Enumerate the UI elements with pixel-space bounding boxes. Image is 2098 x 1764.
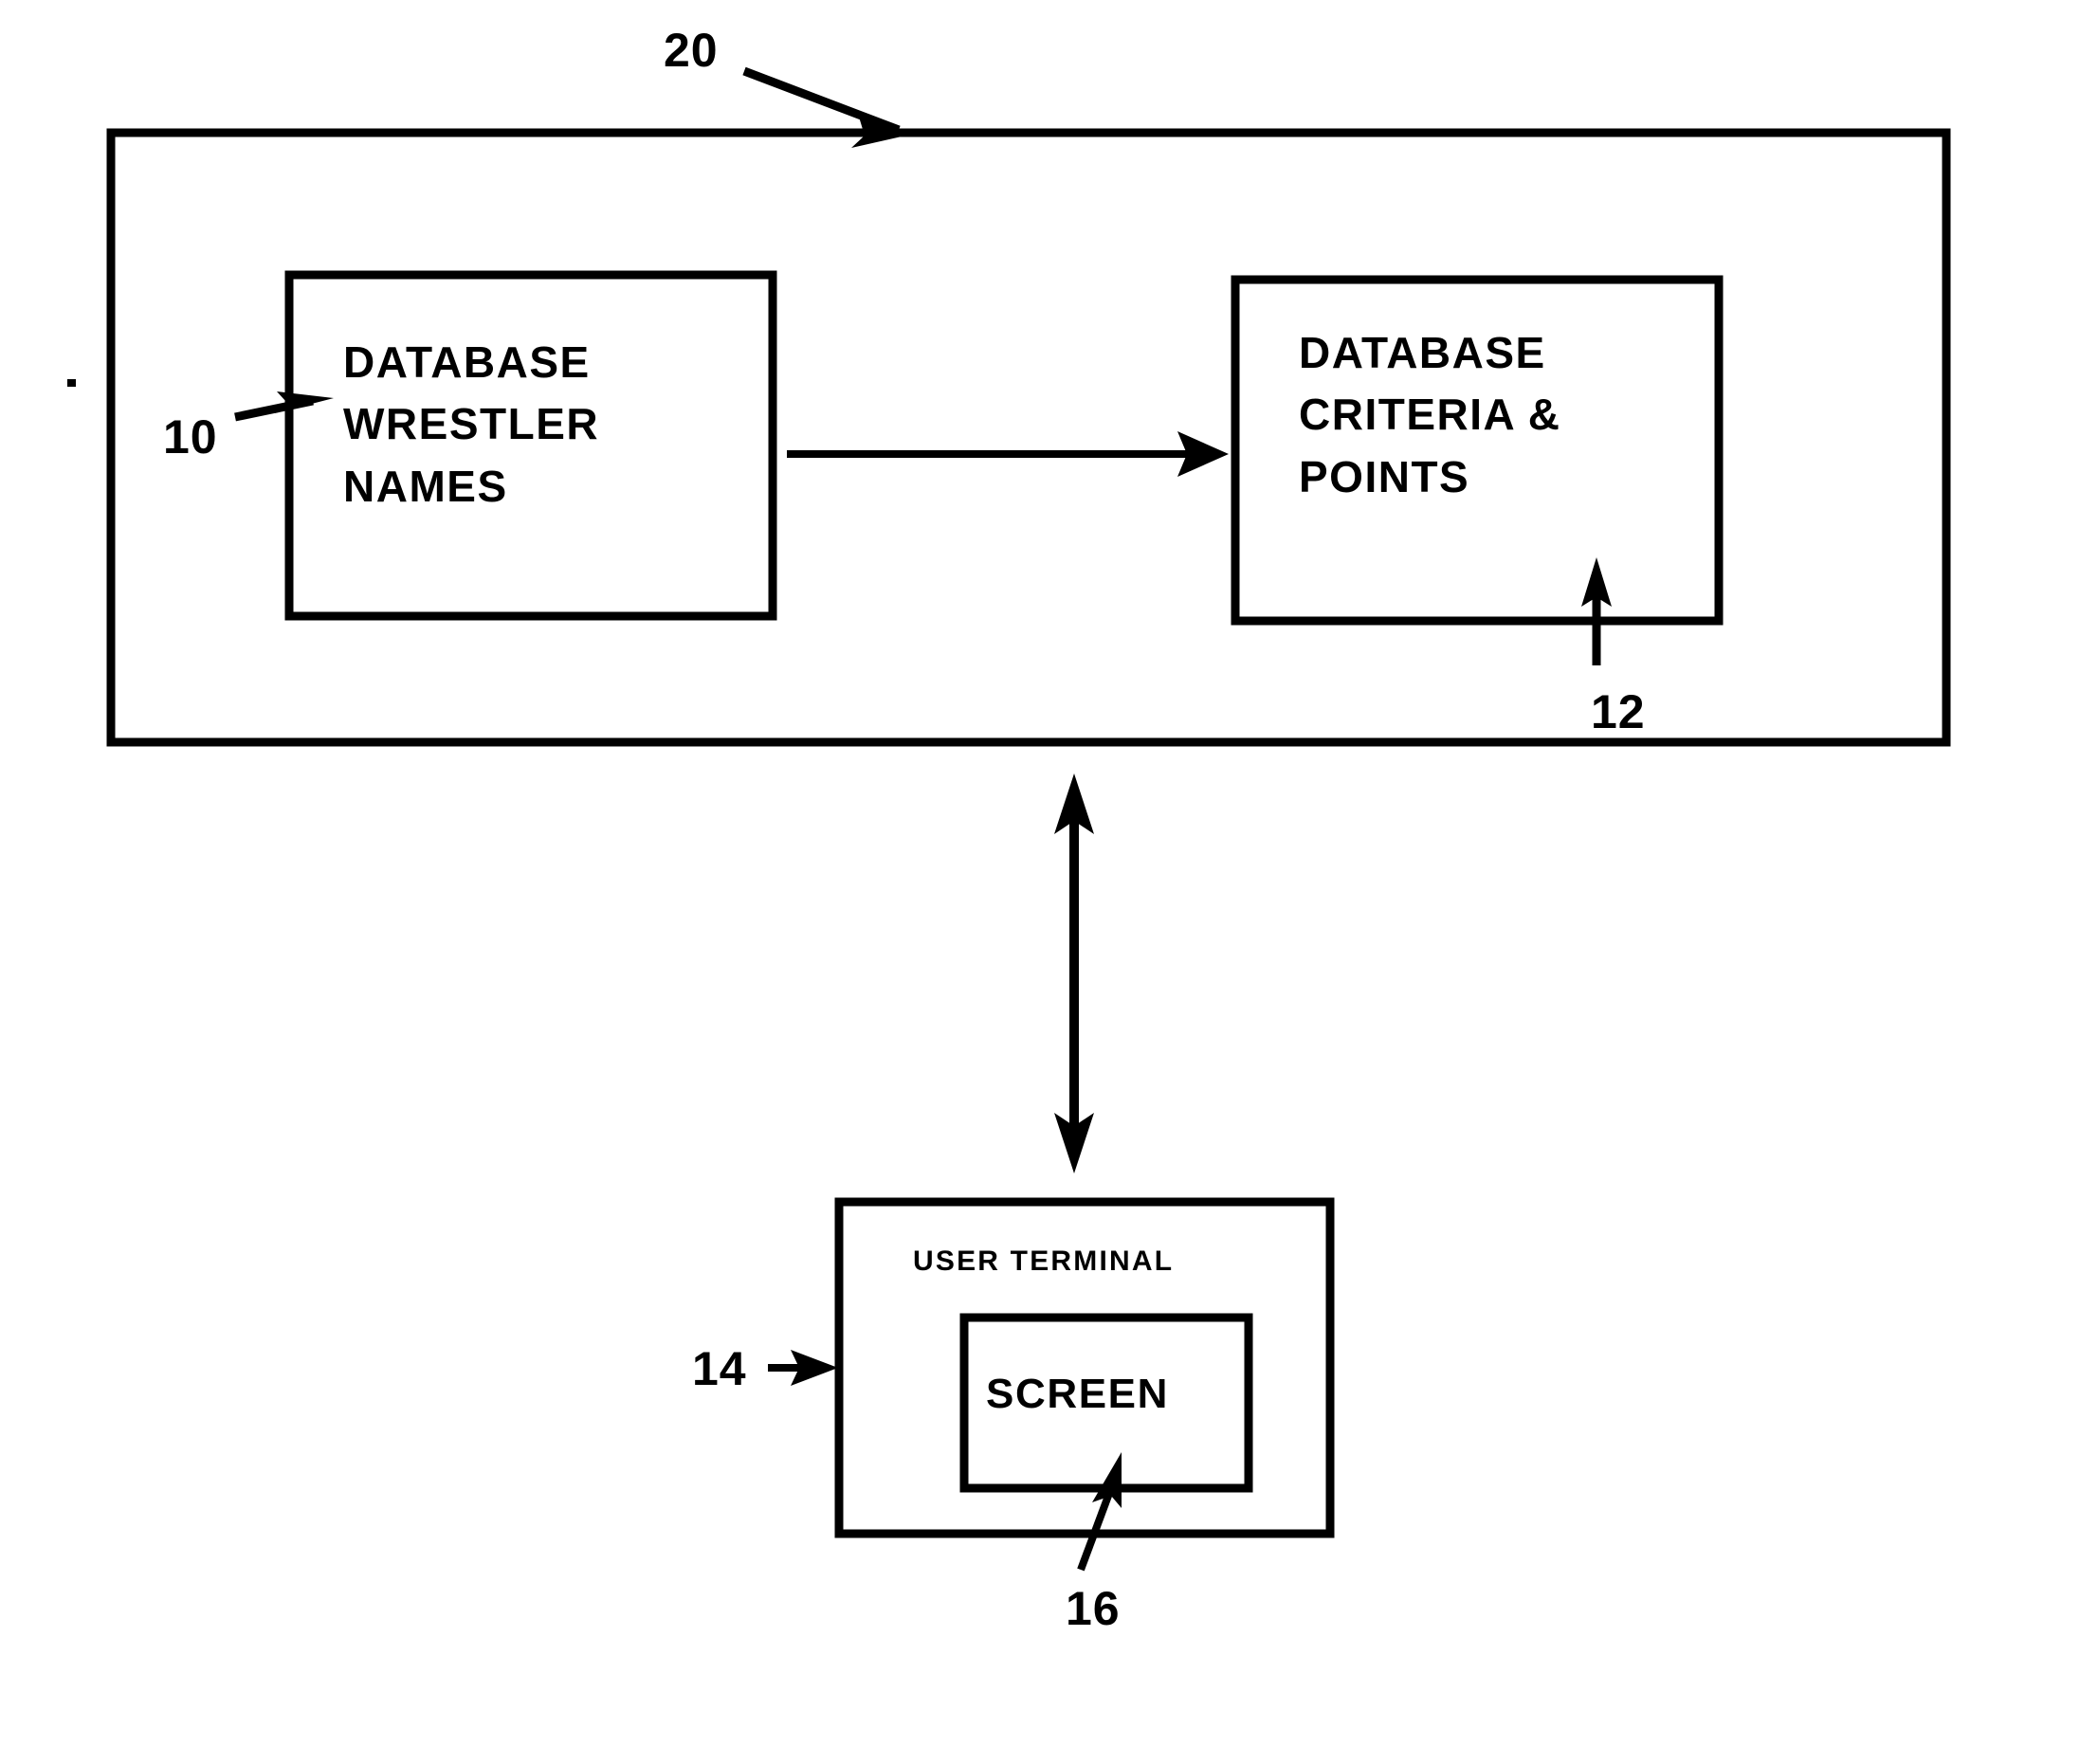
reference-numeral-12: 12 xyxy=(1591,685,1646,738)
leader-12 xyxy=(1581,557,1612,665)
figure-canvas: 20 DATABASE WRESTLER NAMES 10 DATABASE C… xyxy=(0,0,2098,1764)
connector-names-to-criteria xyxy=(787,431,1229,477)
reference-numeral-14: 14 xyxy=(692,1342,747,1395)
leader-16 xyxy=(1077,1452,1122,1572)
user-terminal-label: USER TERMINAL xyxy=(913,1246,1175,1277)
reference-numeral-10: 10 xyxy=(163,410,218,464)
scan-speck xyxy=(67,379,76,387)
reference-numeral-16: 16 xyxy=(1066,1582,1121,1635)
leader-10 xyxy=(234,391,334,422)
connector-system-to-terminal xyxy=(1054,773,1094,1173)
leader-14 xyxy=(768,1350,838,1386)
reference-numeral-20: 20 xyxy=(664,24,719,77)
diagram-vector-layer xyxy=(67,66,1951,1572)
screen-label: SCREEN xyxy=(986,1371,1169,1417)
database-criteria-points-label: DATABASE CRITERIA & POINTS xyxy=(1299,328,1561,501)
database-wrestler-names-label: DATABASE WRESTLER NAMES xyxy=(343,337,600,511)
